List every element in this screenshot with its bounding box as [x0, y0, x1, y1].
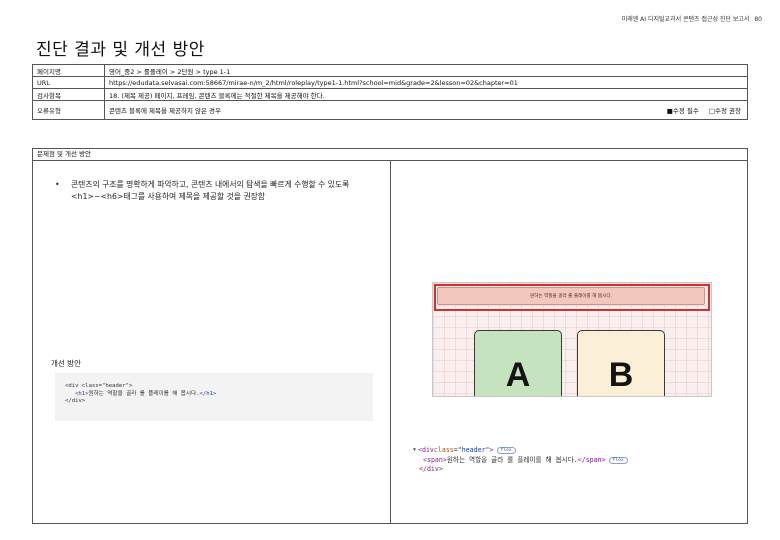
info-value-cell: 콘텐츠 블록에 제목을 제공하지 않은 경우 ■수정 필수 □수정 권장 [104, 100, 748, 120]
content-preview-screenshot: 원하는 역할을 골라 롤 플레이를 해 봅시다. A B [432, 282, 712, 397]
fix-checks: ■수정 필수 □수정 권장 [667, 105, 741, 115]
info-label: 검사항목 [32, 88, 105, 101]
info-row-check-item: 검사항목 18. (제목 제공) 페이지, 프레임, 콘텐츠 블록에는 적절한 … [32, 88, 748, 101]
code-line-close: </div> [65, 398, 86, 404]
error-type-row: 콘텐츠 블록에 제목을 제공하지 않은 경우 ■수정 필수 □수정 권장 [109, 105, 743, 115]
dev-line-span: <span> 원하는 역할을 골라 롤 플레이를 해 봅시다. </span> fl… [413, 456, 733, 466]
role-card-b: B [577, 330, 665, 396]
section-body: • 콘텐츠의 구조를 명확하게 파악하고, 콘텐츠 내에서의 탐색을 빠르게 수… [33, 161, 747, 523]
report-title: 미래엔 AI 디지털교과서 콘텐츠 접근성 진단 보고서 [621, 16, 750, 23]
dev-div-open-tag: <div [418, 446, 434, 454]
improve-title: 개선 방안 [51, 359, 81, 368]
info-row-url: URL https://edudata.selvasai.com:58667/m… [32, 76, 748, 89]
info-table: 페이지명 영어_중2 > 롤플레이 > 2단원 > type 1-1 URL h… [32, 64, 748, 120]
dev-line-div-close: </div> [413, 465, 733, 475]
info-row-page: 페이지명 영어_중2 > 롤플레이 > 2단원 > type 1-1 [32, 64, 748, 77]
code-h1-close: </h1> [199, 390, 217, 397]
dev-attr-name: class [433, 446, 454, 454]
dev-attr-value: "header" [457, 446, 490, 454]
error-type-text: 콘텐츠 블록에 제목을 제공하지 않은 경우 [109, 107, 221, 115]
dev-span-close: </span> [577, 455, 606, 464]
problem-bullet: • 콘텐츠의 구조를 명확하게 파악하고, 콘텐츠 내에서의 탐색을 빠르게 수… [55, 179, 375, 203]
flex-badge[interactable]: flex [496, 447, 516, 455]
info-value: 18. (제목 제공) 페이지, 프레임, 콘텐츠 블록에는 적절한 제목을 제… [104, 88, 748, 101]
dev-line-div-open: ▼ <div class = "header" > flex [413, 446, 733, 456]
report-header: 미래엔 AI 디지털교과서 콘텐츠 접근성 진단 보고서 80 [622, 14, 762, 23]
error-highlight-box [434, 284, 710, 311]
code-h1-text: 원하는 역할을 골라 롤 플레이를 해 봅시다. [88, 390, 200, 397]
bullet-text: 콘텐츠의 구조를 명확하게 파악하고, 콘텐츠 내에서의 탐색을 빠르게 수행할… [71, 180, 350, 201]
info-url-value[interactable]: https://edudata.selvasai.com:58667/mirae… [104, 76, 748, 89]
check-required: ■수정 필수 [666, 107, 699, 115]
info-row-error-type: 오류유형 콘텐츠 블록에 제목을 제공하지 않은 경우 ■수정 필수 □수정 권… [32, 100, 748, 120]
dev-div-open-end: > [489, 446, 494, 454]
improve-code-block: <div class="header"> <h1>원하는 역할을 골라 롤 플레… [55, 373, 373, 421]
page-title: 진단 결과 및 개선 방안 [36, 40, 205, 60]
bullet-dot: • [55, 180, 60, 189]
section-title: 문제점 및 개선 방안 [33, 149, 747, 161]
info-label: 오류유형 [32, 100, 105, 120]
dev-span-open: <span> [423, 455, 447, 464]
code-line-h1: <h1>원하는 역할을 골라 롤 플레이를 해 봅시다.</h1> [65, 391, 363, 399]
devtools-code: ▼ <div class = "header" > flex <span> 원하는 역할… [413, 446, 733, 475]
role-card-a: A [474, 330, 562, 396]
info-label: URL [32, 76, 105, 89]
dev-div-close: </div> [419, 465, 443, 473]
check-recommended: □수정 권장 [708, 107, 741, 115]
page-number: 80 [754, 16, 762, 23]
left-column: • 콘텐츠의 구조를 명확하게 파악하고, 콘텐츠 내에서의 탐색을 빠르게 수… [33, 161, 391, 523]
code-h1-open: <h1> [75, 390, 89, 397]
info-value: 영어_중2 > 롤플레이 > 2단원 > type 1-1 [104, 64, 748, 77]
dev-span-text: 원하는 역할을 골라 롤 플레이를 해 봅시다. [446, 455, 578, 464]
code-line-open: <div class="header"> [65, 383, 133, 389]
problem-section: 문제점 및 개선 방안 • 콘텐츠의 구조를 명확하게 파악하고, 콘텐츠 내에… [32, 148, 748, 524]
flex-badge[interactable]: flex [608, 456, 628, 464]
expand-triangle-icon[interactable]: ▼ [413, 446, 416, 456]
right-column: 원하는 역할을 골라 롤 플레이를 해 봅시다. A B ▼ <div clas… [391, 161, 747, 523]
info-label: 페이지명 [32, 64, 105, 77]
